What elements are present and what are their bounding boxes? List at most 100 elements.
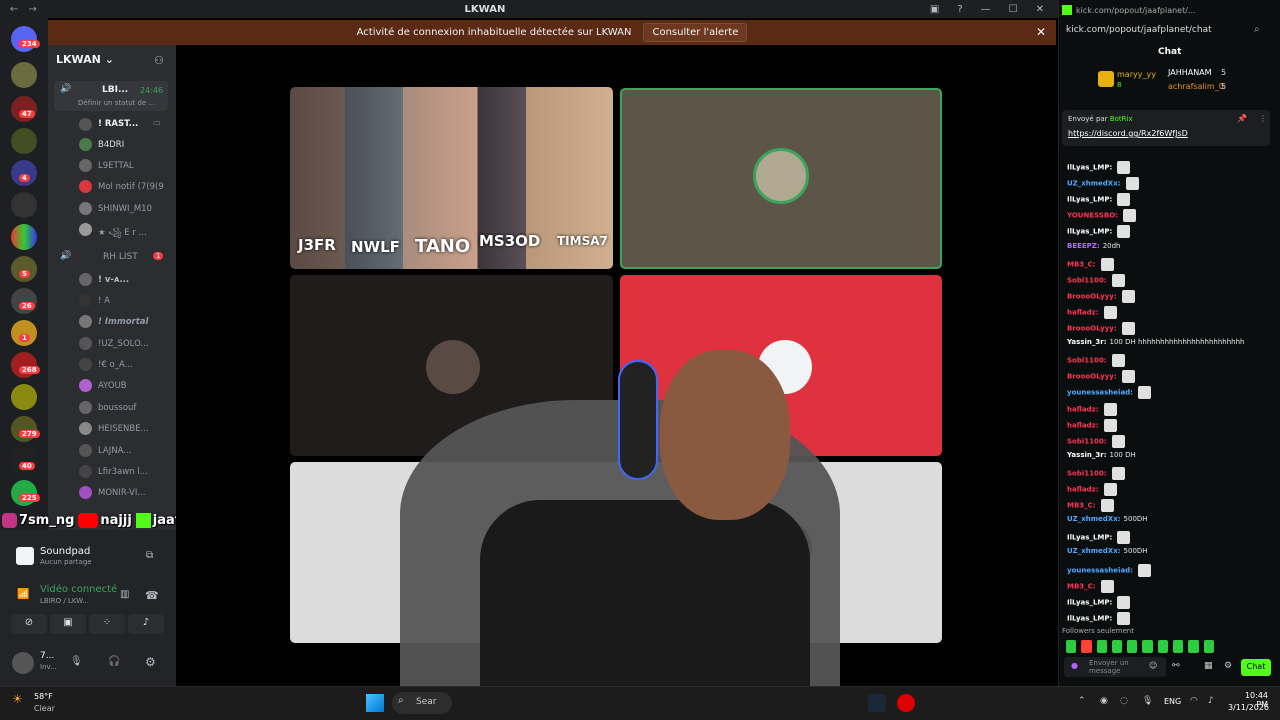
server-icon[interactable] <box>11 480 37 506</box>
voice-member[interactable]: B4DRI <box>98 140 124 150</box>
voice-member[interactable]: SHINWI_M10 <box>98 204 152 214</box>
forward-arrow-icon[interactable]: → <box>28 4 36 15</box>
gifter-name[interactable]: achrafsalim_0 <box>1168 82 1224 91</box>
chat-username[interactable]: hafladz: <box>1067 405 1099 413</box>
screen-share-button[interactable]: ▣ <box>50 614 86 634</box>
activities-button[interactable]: ⁘ <box>89 614 125 634</box>
add-user-icon[interactable]: ⚇ <box>154 54 164 67</box>
more-icon[interactable]: ⋮ <box>1259 114 1267 123</box>
server-icon[interactable] <box>11 224 37 250</box>
chat-username[interactable]: younessasheiad: <box>1067 566 1133 574</box>
headphones-icon[interactable]: 🎧 <box>108 656 120 667</box>
home-icon[interactable] <box>11 26 37 52</box>
chat-username[interactable]: hafladz: <box>1067 308 1099 316</box>
voice-member[interactable]: L9ETTAL <box>98 161 134 171</box>
soundboard-button[interactable]: ♪ <box>128 614 164 634</box>
voice-member[interactable]: MONIR-VI... <box>98 488 145 498</box>
emote-icon[interactable] <box>1096 640 1107 653</box>
chat-username[interactable]: BEEEPZ: <box>1067 242 1100 250</box>
emoji-icon[interactable]: ☺ <box>1149 661 1157 670</box>
chat-username[interactable]: Sobi1100: <box>1067 357 1107 365</box>
voice-member[interactable]: Lfir3awn l... <box>98 467 148 477</box>
chat-username[interactable]: UZ_xhmedXx: <box>1067 180 1121 188</box>
chat-username[interactable]: Sobi1100: <box>1067 276 1107 284</box>
server-icon[interactable] <box>11 62 37 88</box>
server-icon[interactable] <box>11 416 37 442</box>
search-icon[interactable]: ⌕ <box>1254 24 1260 35</box>
browser-tab[interactable]: kick.com/popout/jaafplanet/... <box>1062 2 1278 18</box>
chat-username[interactable]: MB3_C: <box>1067 582 1096 590</box>
chat-username[interactable]: MB3_C: <box>1067 260 1096 268</box>
volume-icon[interactable]: ♪ <box>1208 696 1214 706</box>
maximize-icon[interactable]: ☐ <box>1009 4 1018 15</box>
voice-member[interactable]: !€ o_A... <box>98 360 133 370</box>
help-icon[interactable]: ? <box>957 4 962 15</box>
voice-member[interactable]: HEISENBE... <box>98 424 149 434</box>
voice-member[interactable]: Mol notif (7(9(9 <box>98 182 164 192</box>
emote-icon[interactable] <box>1173 640 1184 653</box>
wifi-icon[interactable]: ◠ <box>1190 696 1198 706</box>
voice-member[interactable]: ! ᴠ-ᴀ... <box>98 275 129 285</box>
voice-member[interactable]: ! RAST... <box>98 119 138 129</box>
voice-member[interactable]: ! Immortal <box>98 317 148 327</box>
chat-username[interactable]: younessasheiad: <box>1067 389 1133 397</box>
voice-member[interactable]: boussouf <box>98 403 136 413</box>
app-icon[interactable] <box>897 694 915 712</box>
chat-username[interactable]: IlLyas_LMP: <box>1067 598 1112 606</box>
close-alert-icon[interactable]: ✕ <box>1036 25 1046 39</box>
chat-username[interactable]: MB3_C: <box>1067 502 1096 510</box>
emote-icon[interactable] <box>1066 640 1077 653</box>
chat-username[interactable]: BroooOLyyy: <box>1067 325 1117 333</box>
chat-username[interactable]: IlLyas_LMP: <box>1067 164 1112 172</box>
emote-icon[interactable] <box>1127 640 1138 653</box>
chat-username[interactable]: hafladz: <box>1067 421 1099 429</box>
back-arrow-icon[interactable]: ← <box>10 4 18 15</box>
activity-icon[interactable]: ⧉ <box>146 550 153 561</box>
server-icon[interactable] <box>11 96 37 122</box>
voice-member[interactable]: LAJNA... <box>98 446 131 456</box>
chat-username[interactable]: Yassin_3r: <box>1067 338 1107 346</box>
chat-username[interactable]: Sobi1100: <box>1067 469 1107 477</box>
server-icon[interactable] <box>11 160 37 186</box>
emote-icon[interactable] <box>1203 640 1214 653</box>
steam-icon[interactable] <box>868 694 886 712</box>
weather-temp[interactable]: 58°F <box>34 692 53 701</box>
server-icon[interactable] <box>11 256 37 282</box>
emote-icon[interactable] <box>1142 640 1153 653</box>
disconnect-icon[interactable]: ☎ <box>145 589 159 602</box>
language-indicator[interactable]: ENG <box>1164 697 1181 706</box>
emote-icon[interactable] <box>1081 640 1092 653</box>
microphone-icon[interactable]: 🎙 <box>70 656 83 667</box>
voice-status[interactable]: Définir un statut de ... <box>78 99 155 107</box>
chat-username[interactable]: BroooOLyyy: <box>1067 373 1117 381</box>
server-icon[interactable] <box>11 192 37 218</box>
settings-gear-icon[interactable]: ⚙ <box>1224 661 1232 671</box>
server-icon[interactable] <box>11 352 37 378</box>
chevron-up-icon[interactable]: ⌃ <box>1078 696 1086 706</box>
chat-username[interactable]: YOUNESSBO: <box>1067 212 1118 220</box>
chat-username[interactable]: IlLyas_LMP: <box>1067 534 1112 542</box>
pinned-link[interactable]: https://discord.gg/Rx2f6WfJsD <box>1068 129 1188 138</box>
inbox-icon[interactable]: ▣ <box>930 4 939 15</box>
chat-username[interactable]: Sobi1100: <box>1067 437 1107 445</box>
url-bar[interactable]: kick.com/popout/jaafplanet/chat <box>1066 25 1212 35</box>
chat-username[interactable]: UZ_xhmedXx: <box>1067 515 1121 523</box>
server-icon[interactable] <box>11 320 37 346</box>
emote-icon[interactable] <box>1188 640 1199 653</box>
gifter-name[interactable]: maryy_yy <box>1117 70 1156 79</box>
video-status[interactable]: Vidéo connecté <box>40 584 117 595</box>
chat-username[interactable]: hafladz: <box>1067 486 1099 494</box>
chat-username[interactable]: IlLyas_LMP: <box>1067 196 1112 204</box>
voice-member[interactable]: AYOUB <box>98 381 127 391</box>
voice-channel-name[interactable]: RH LIST <box>103 252 138 262</box>
guild-header[interactable]: LKWAN ⌄ <box>56 53 114 66</box>
voice-member[interactable]: ★ ꧁ E r ... <box>98 225 147 243</box>
view-alert-button[interactable]: Consulter l'alerte <box>643 23 748 42</box>
server-icon[interactable] <box>11 128 37 154</box>
emote-icon[interactable] <box>1111 640 1123 653</box>
server-icon[interactable] <box>11 288 37 314</box>
server-icon[interactable] <box>11 448 37 474</box>
gift-icon[interactable]: ▦ <box>1204 661 1213 671</box>
avatar[interactable] <box>12 652 34 674</box>
clock-date[interactable]: 3/11/2026 <box>1228 703 1269 712</box>
